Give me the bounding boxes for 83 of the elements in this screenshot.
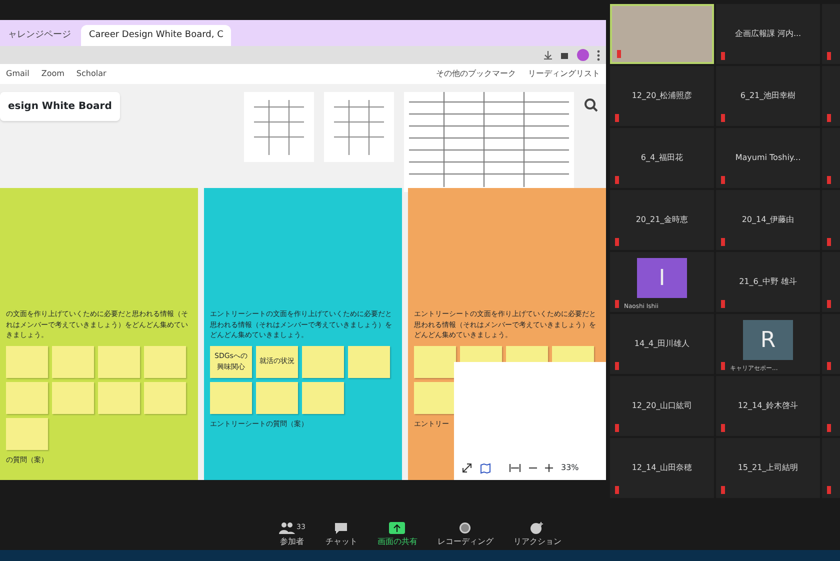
sticky-note [6,418,48,450]
sticky-note [144,382,186,414]
participant-name: 15_21_上司結明 [738,462,798,474]
toolbar-button[interactable]: チャット [325,522,358,548]
muted-mic-icon [616,50,622,58]
fullscreen-icon[interactable] [462,463,472,473]
participant-name: 20_14_伊藤由 [742,214,794,226]
muted-mic-icon [826,52,832,60]
muted-mic-icon [614,176,620,184]
sticky-note [414,346,456,378]
download-icon[interactable] [544,50,552,60]
muted-mic-icon [720,238,726,246]
sticky-note [52,382,94,414]
muted-mic-icon [614,486,620,494]
muted-mic-icon [720,176,726,184]
participant-name: Mayumi Toshiy... [735,152,801,164]
sticky-note [414,382,456,414]
bookmark-link[interactable]: Gmail [6,68,30,80]
muted-mic-icon [720,300,726,308]
sticky-note [6,346,48,378]
map-icon[interactable] [480,462,491,474]
muted-mic-icon [826,486,832,494]
muted-mic-icon [614,424,620,432]
participant-name: 20_21_金時恵 [636,214,688,226]
muted-mic-icon [826,114,832,122]
bookmark-link[interactable]: Zoom [41,68,64,80]
participant-name: 12_20_山口紘司 [632,400,692,412]
record-icon [459,522,472,534]
sticky-note [52,346,94,378]
participant-name: 企画広報課 河内... [734,28,802,40]
bookmark-link[interactable]: リーディングリスト [528,68,600,80]
muted-mic-icon [826,176,832,184]
zoom-in-icon[interactable] [545,464,553,472]
muted-mic-icon [720,362,726,370]
muted-mic-icon [720,52,726,60]
muted-mic-icon [720,114,726,122]
chat-icon [334,522,348,534]
muted-mic-icon [826,300,832,308]
zoom-level: 33% [561,462,579,474]
search-icon[interactable] [584,98,598,112]
browser-tab[interactable]: ャレンジページ [0,24,79,46]
toolbar-button[interactable]: 画面の共有 [377,522,418,548]
sticky-note [98,382,140,414]
smiley-icon [530,522,544,534]
participant-name: 12_20_松浦照彦 [632,90,692,102]
avatar: I [637,258,687,298]
toolbar-button[interactable]: レコーディング [437,522,494,548]
avatar: R [743,320,793,360]
sticky-note [6,382,48,414]
share-icon [389,522,406,534]
participant-name: 21_6_中野 雄斗 [739,276,797,288]
sticky-note [302,346,344,378]
board-title[interactable]: esign White Board [0,92,120,121]
participant-name: 14_4_田川雄人 [634,338,690,350]
muted-mic-icon [720,424,726,432]
people-icon [278,522,295,534]
table-drawing [324,92,394,162]
muted-mic-icon [614,114,620,122]
bookmark-link[interactable]: その他のブックマーク [436,68,516,80]
participant-name: 6_4_福田花 [640,152,684,164]
sticky-note [256,382,298,414]
participant-name: 12_14_山田奈穂 [632,462,692,474]
muted-mic-icon [826,362,832,370]
menu-icon[interactable] [597,50,600,60]
muted-mic-icon [614,238,620,246]
participant-name: 12_14_鈴木啓斗 [738,400,798,412]
sticky-note [210,382,252,414]
bookmark-link[interactable]: Scholar [76,68,106,80]
muted-mic-icon [826,424,832,432]
participant-name: 6_21_池田幸樹 [740,90,796,102]
profile-avatar-icon[interactable] [577,49,589,61]
sticky-note [144,346,186,378]
table-drawing [244,92,314,162]
sticky-note [302,382,344,414]
sticky-note [348,346,390,378]
muted-mic-icon [614,362,620,370]
muted-mic-icon [614,300,620,308]
fit-width-icon[interactable] [509,464,521,472]
muted-mic-icon [720,486,726,494]
muted-mic-icon [826,238,832,246]
browser-tab[interactable]: Career Design White Board, C [81,24,232,46]
sticky-note [98,346,140,378]
toolbar-button[interactable]: リアクション [513,522,562,548]
